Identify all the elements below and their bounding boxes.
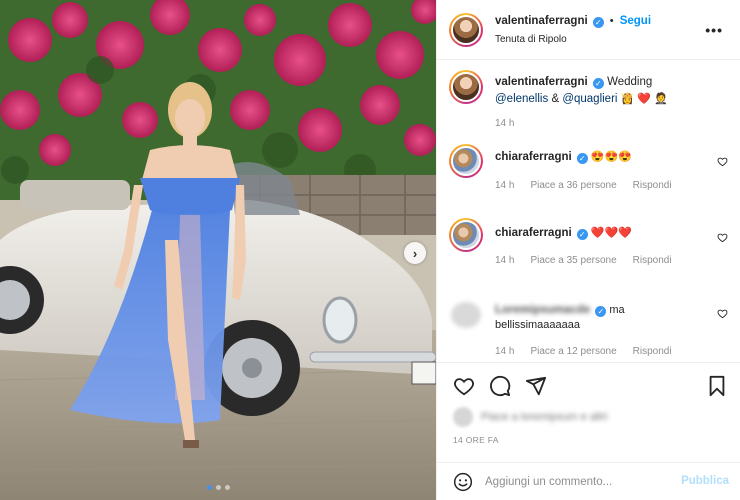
chevron-right-icon: › [412, 245, 418, 261]
comment-username[interactable]: Loremipsumacde [495, 304, 590, 316]
emoji-smiley-icon[interactable] [453, 472, 473, 492]
commenter-avatar[interactable] [449, 144, 483, 178]
post-header: valentinaferragni ✓ • Segui Tenuta di Ri… [437, 0, 740, 60]
save-bookmark-icon[interactable] [707, 375, 727, 397]
author-avatar[interactable] [449, 13, 483, 47]
caption-emojis: 👸 ❤️ 🤵 [620, 93, 668, 105]
more-options-icon[interactable]: ••• [705, 22, 723, 38]
commenter-avatar[interactable] [449, 218, 483, 252]
comment-time: 14 h [495, 180, 515, 191]
comment-bubble-icon[interactable] [489, 375, 511, 397]
caption-username[interactable]: valentinaferragni [495, 76, 588, 88]
reply-button[interactable]: Rispondi [633, 255, 672, 266]
post-actions: Piace a loremipsum e altri 14 ORE FA [437, 362, 740, 462]
heart-outline-icon[interactable] [717, 308, 728, 319]
comment-time: 14 h [495, 255, 515, 266]
author-username[interactable]: valentinaferragni [495, 15, 588, 27]
caption-time: 14 h [495, 118, 515, 129]
heart-outline-icon[interactable] [717, 232, 728, 243]
mention-link[interactable]: @quaglieri [562, 93, 617, 105]
comment-time: 14 h [495, 346, 515, 357]
carousel-dot [224, 485, 230, 490]
commenter-avatar[interactable] [451, 302, 481, 328]
like-heart-icon[interactable] [453, 375, 475, 397]
heart-outline-icon[interactable] [717, 156, 728, 167]
verified-badge-icon: ✓ [576, 229, 588, 240]
likes-summary[interactable]: Piace a loremipsum e altri [481, 411, 608, 423]
comment-likes-link[interactable]: Piace a 35 persone [530, 255, 616, 266]
mention-link[interactable]: @elenellis [495, 93, 548, 105]
publish-button[interactable]: Pubblica [681, 475, 729, 487]
comment-text: 😍😍😍 [590, 151, 632, 163]
comment-input[interactable] [485, 474, 665, 490]
verified-badge-icon: ✓ [595, 306, 607, 317]
post-photo[interactable]: › [0, 0, 436, 500]
verified-badge-icon: ✓ [592, 17, 604, 28]
comment-text: ❤️❤️❤️ [590, 227, 632, 239]
comment-username[interactable]: chiaraferragni [495, 227, 572, 239]
comment-username[interactable]: chiaraferragni [495, 151, 572, 163]
verified-badge-icon: ✓ [576, 153, 588, 164]
post-location[interactable]: Tenuta di Ripolo [495, 34, 567, 45]
carousel-indicator [0, 485, 436, 490]
share-paper-plane-icon[interactable] [525, 375, 547, 397]
author-avatar[interactable] [449, 70, 483, 104]
comment-likes-link[interactable]: Piace a 12 persone [530, 346, 616, 357]
verified-badge-icon: ✓ [592, 78, 604, 89]
comment-composer: Pubblica [437, 462, 740, 500]
follow-button[interactable]: Segui [620, 15, 651, 27]
comment-likes-link[interactable]: Piace a 36 persone [530, 180, 616, 191]
carousel-dot [206, 485, 212, 490]
liker-avatar[interactable] [453, 407, 473, 427]
carousel-dot [215, 485, 221, 490]
reply-button[interactable]: Rispondi [633, 346, 672, 357]
reply-button[interactable]: Rispondi [633, 180, 672, 191]
wedding-photo-illustration [0, 0, 436, 500]
instagram-post: › valentinaferragni ✓ • Segui Tenuta di … [0, 0, 740, 500]
caption-text: Wedding [607, 76, 653, 88]
post-sidebar: valentinaferragni ✓ • Segui Tenuta di Ri… [436, 0, 740, 500]
post-timestamp: 14 ORE FA [453, 435, 499, 445]
next-slide-button[interactable]: › [404, 242, 426, 264]
